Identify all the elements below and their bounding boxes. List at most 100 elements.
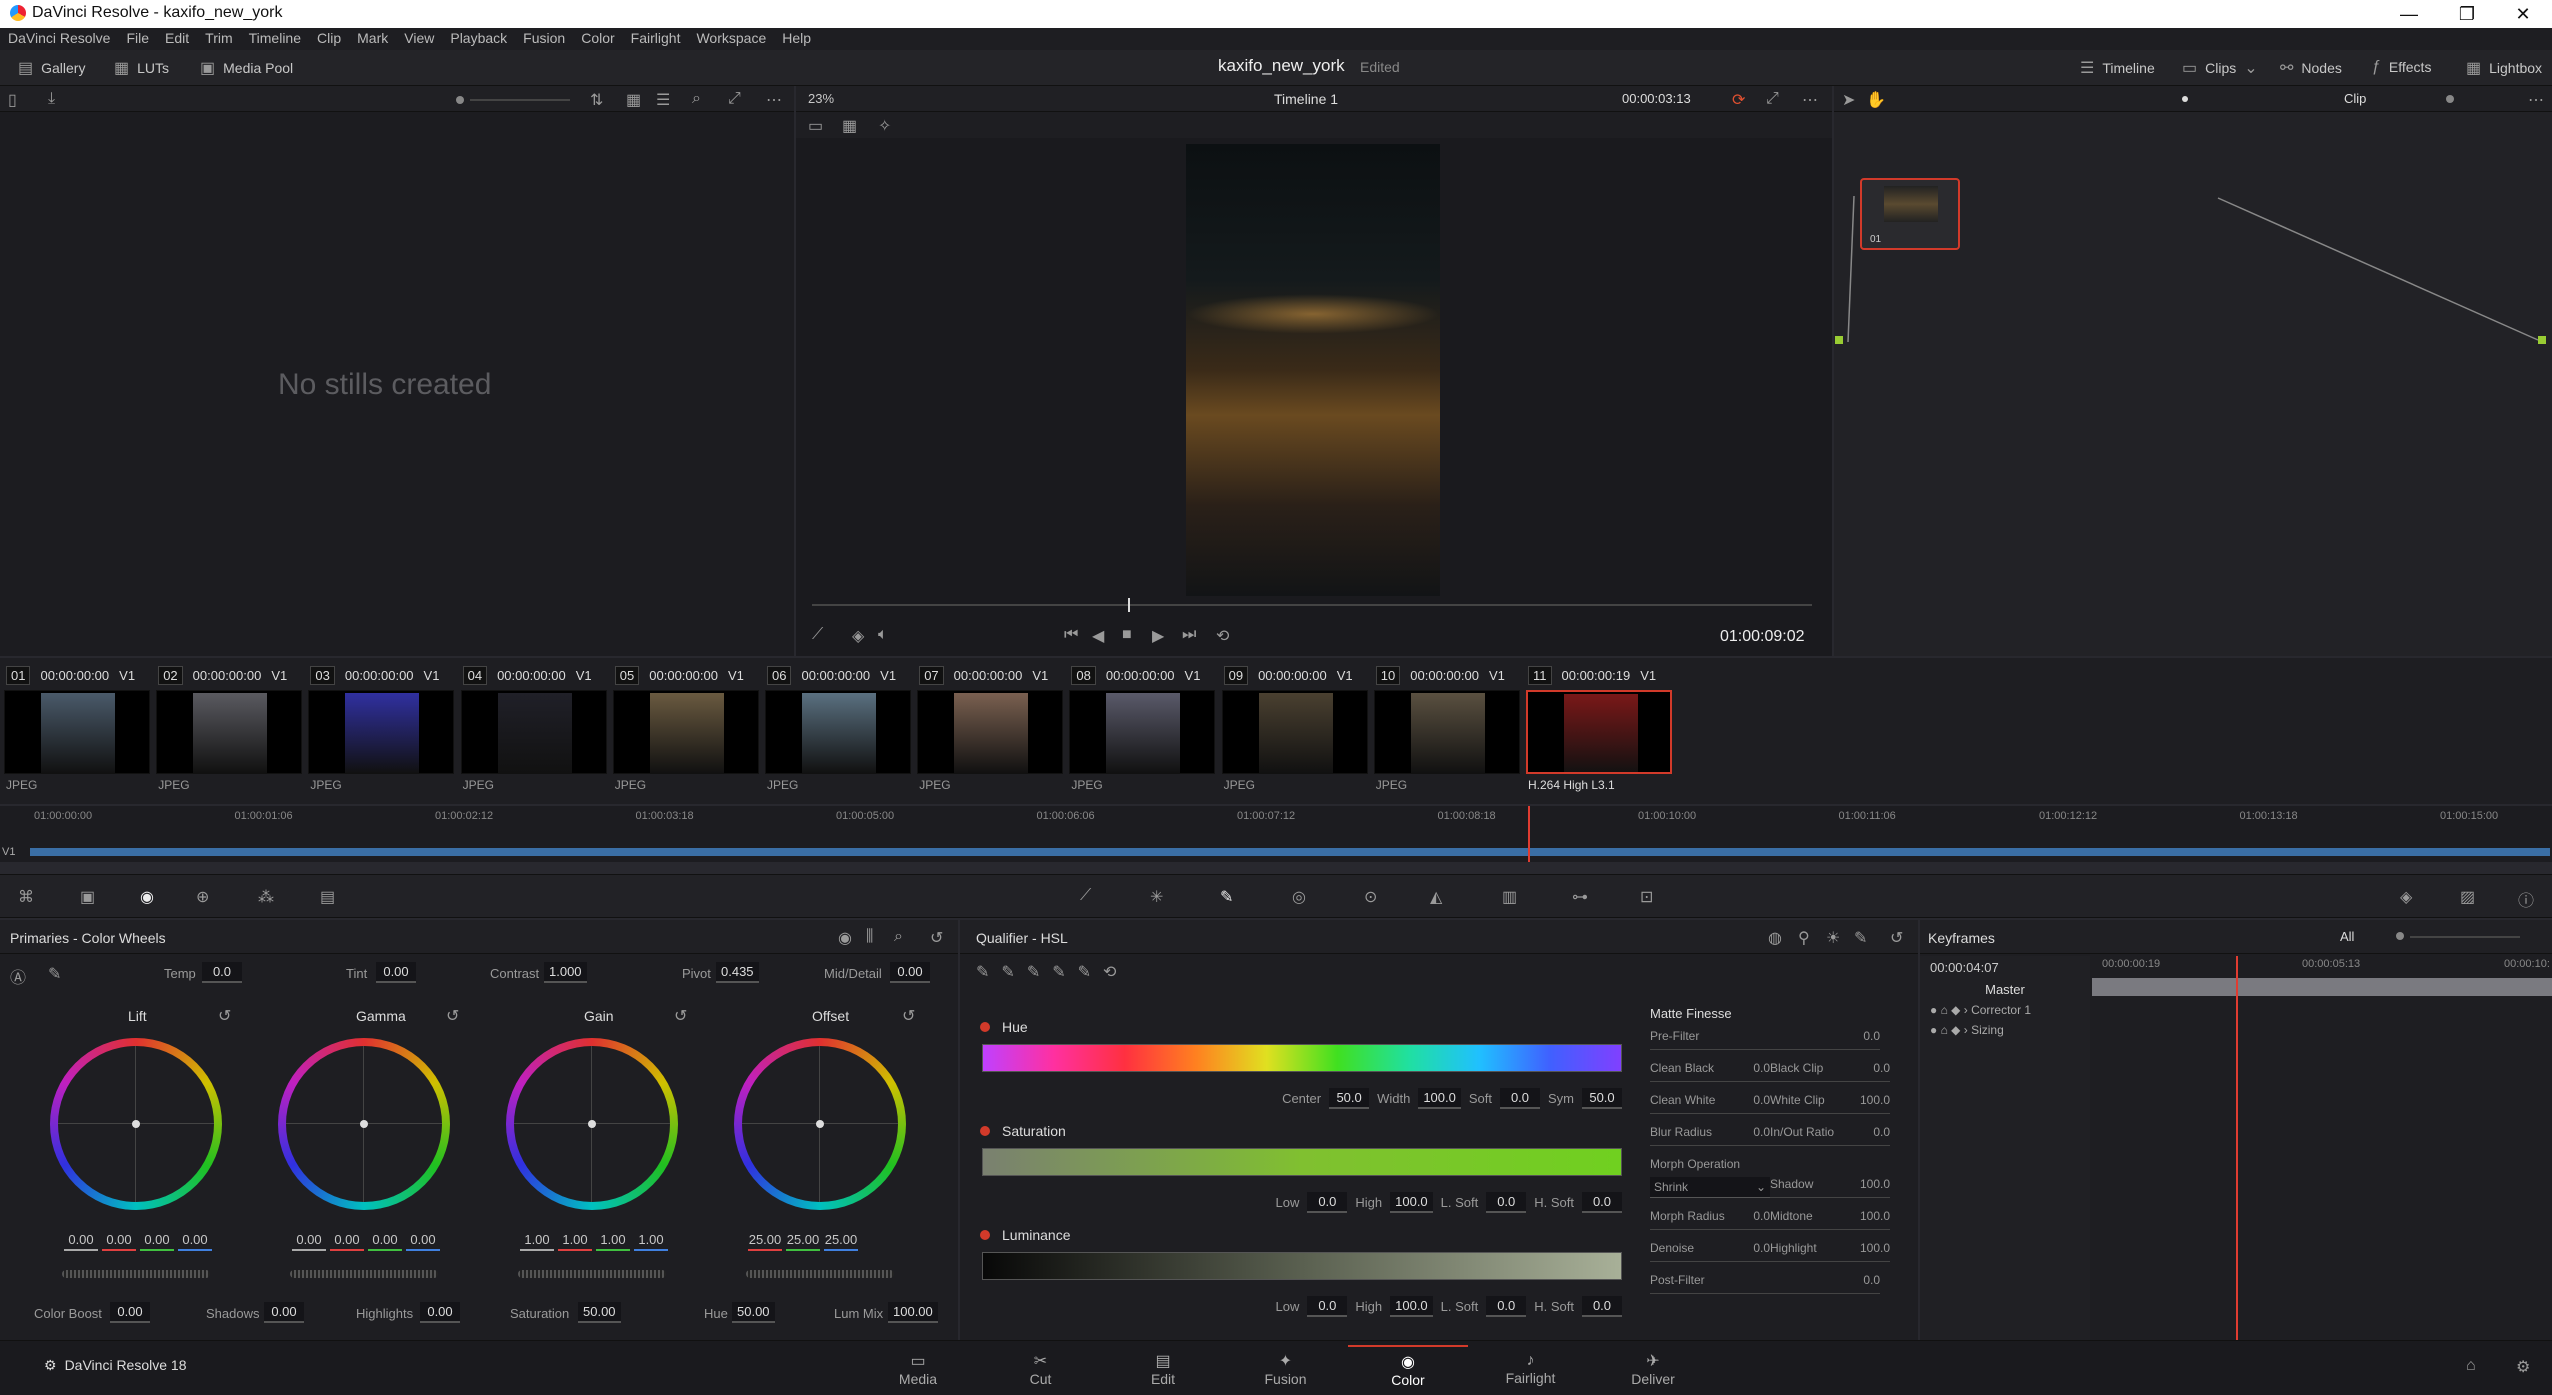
- sync-icon[interactable]: ⟳: [1732, 90, 1745, 110]
- wheel-puck[interactable]: [360, 1120, 368, 1128]
- lum-hsoft-field[interactable]: 0.0: [1582, 1296, 1622, 1317]
- wheel-value-field[interactable]: 0.00: [406, 1232, 440, 1251]
- effects-toggle[interactable]: ƒ Effects: [2372, 58, 2431, 76]
- menu-item[interactable]: Fairlight: [623, 28, 689, 50]
- node-01[interactable]: 01: [1860, 178, 1960, 250]
- wheel-value-field[interactable]: 0.00: [368, 1232, 402, 1251]
- menu-item[interactable]: View: [396, 28, 442, 50]
- menu-item[interactable]: Workspace: [688, 28, 774, 50]
- morphradius-control[interactable]: Morph Radius 0.0: [1650, 1209, 1770, 1230]
- menu-item[interactable]: DaVinci Resolve: [0, 28, 118, 50]
- cleanblack-control[interactable]: Clean Black 0.0: [1650, 1061, 1770, 1082]
- invert-icon[interactable]: ⟲: [1103, 962, 1116, 982]
- settings-icon[interactable]: ⚙: [2516, 1357, 2530, 1377]
- wheel-value-field[interactable]: 1.00: [558, 1232, 592, 1251]
- wheel-puck[interactable]: [132, 1120, 140, 1128]
- color-wheel[interactable]: [734, 1038, 906, 1210]
- saturation-bar[interactable]: [982, 1148, 1622, 1176]
- menu-item[interactable]: Clip: [309, 28, 349, 50]
- master-wheel[interactable]: [518, 1270, 666, 1278]
- wheel-value-field[interactable]: 0.00: [292, 1232, 326, 1251]
- download-icon[interactable]: ⤓: [48, 90, 55, 108]
- sat-low-field[interactable]: 0.0: [1307, 1192, 1348, 1213]
- go-to-end-icon[interactable]: ⏭: [1182, 626, 1196, 644]
- clip-thumbnail[interactable]: [1526, 690, 1672, 774]
- wheel-puck[interactable]: [588, 1120, 596, 1128]
- highlight-icon[interactable]: ◈: [852, 626, 864, 646]
- luminance-enable-dot[interactable]: [980, 1230, 990, 1240]
- highlights-field[interactable]: 0.00: [420, 1302, 460, 1323]
- log-mode-icon[interactable]: ⌕: [894, 928, 903, 946]
- home-icon[interactable]: ⌂: [2466, 1357, 2476, 1375]
- qualifier-icon[interactable]: ✎: [1220, 887, 1233, 907]
- magic-wand-icon[interactable]: ✧: [878, 116, 891, 136]
- wheel-value-field[interactable]: 0.00: [64, 1232, 98, 1251]
- more-options-icon[interactable]: ⋯: [766, 90, 782, 110]
- saturation-enable-dot[interactable]: [980, 1126, 990, 1136]
- master-wheel[interactable]: [290, 1270, 438, 1278]
- scopes-icon[interactable]: ▨: [2460, 887, 2475, 907]
- viewer-mode-icon[interactable]: ▭: [808, 116, 823, 136]
- wheel-value-field[interactable]: 0.00: [102, 1232, 136, 1251]
- sat-high-field[interactable]: 100.0: [1390, 1192, 1433, 1213]
- cleanwhite-control[interactable]: Clean White 0.0: [1650, 1093, 1770, 1114]
- wheel-reset-icon[interactable]: ↺: [902, 1006, 915, 1026]
- whiteclip-control[interactable]: White Clip 100.0: [1770, 1093, 1890, 1114]
- wheel-value-field[interactable]: 1.00: [520, 1232, 554, 1251]
- color-match-icon[interactable]: ▣: [80, 887, 95, 907]
- fullscreen-icon[interactable]: ⤢: [1766, 90, 1779, 108]
- search-icon[interactable]: ⌕: [692, 90, 701, 108]
- sat-hsoft-field[interactable]: 0.0: [1582, 1192, 1622, 1213]
- wheel-value-field[interactable]: 1.00: [634, 1232, 668, 1251]
- middetail-field[interactable]: 0.00: [890, 962, 930, 983]
- bars-mode-icon[interactable]: ⫼: [866, 928, 873, 946]
- prefilter-control[interactable]: Pre-Filter 0.0: [1650, 1029, 1880, 1050]
- primaries-icon[interactable]: ◉: [140, 887, 154, 907]
- info-icon[interactable]: ⓘ: [2518, 887, 2534, 911]
- hue-sym-field[interactable]: 50.0: [1582, 1088, 1622, 1109]
- gallery-button[interactable]: ▤ Gallery: [18, 58, 85, 78]
- clip-thumbnail[interactable]: [1373, 690, 1520, 774]
- hue-soft-field[interactable]: 0.0: [1500, 1088, 1540, 1109]
- media-pool-button[interactable]: ▣ Media Pool: [200, 58, 293, 78]
- lum-high-field[interactable]: 100.0: [1390, 1296, 1433, 1317]
- feather-plus-icon[interactable]: ✎: [1078, 962, 1091, 982]
- menu-item[interactable]: Trim: [197, 28, 240, 50]
- sizing-icon[interactable]: ⊡: [1640, 887, 1653, 907]
- timeline-toggle[interactable]: ☰ Timeline: [2080, 58, 2155, 78]
- color-warper-icon[interactable]: ✳: [1150, 887, 1163, 907]
- wheel-value-field[interactable]: 0.00: [140, 1232, 174, 1251]
- wheel-reset-icon[interactable]: ↺: [446, 1006, 459, 1026]
- clips-toggle[interactable]: ▭ Clips ⌄: [2182, 58, 2258, 78]
- hdr-icon[interactable]: ⊕: [196, 887, 209, 907]
- hue-enable-dot[interactable]: [980, 1022, 990, 1032]
- volume-icon[interactable]: 🔈︎: [878, 626, 888, 644]
- picker-icon[interactable]: ✎: [48, 964, 61, 984]
- hue-field[interactable]: 50.00: [732, 1302, 775, 1323]
- wheel-puck[interactable]: [816, 1120, 824, 1128]
- blurradius-control[interactable]: Blur Radius 0.0: [1650, 1125, 1770, 1146]
- grid-view-icon[interactable]: ▦: [626, 90, 641, 110]
- thumb-size-slider[interactable]: [456, 96, 464, 104]
- hue-width-field[interactable]: 100.0: [1418, 1088, 1461, 1109]
- contrast-field[interactable]: 1.000: [544, 962, 587, 983]
- source-input-dot[interactable]: [1835, 336, 1843, 344]
- blackclip-control[interactable]: Black Clip 0.0: [1770, 1061, 1890, 1082]
- scrubber-handle[interactable]: [1128, 598, 1130, 612]
- keyframes-playhead[interactable]: [2236, 956, 2238, 1340]
- blur-icon[interactable]: ▥: [1502, 887, 1517, 907]
- clip-thumbnail[interactable]: [156, 690, 303, 774]
- wheel-value-field[interactable]: 1.00: [596, 1232, 630, 1251]
- shadow-control[interactable]: Shadow 100.0: [1770, 1177, 1890, 1198]
- lum-low-field[interactable]: 0.0: [1307, 1296, 1348, 1317]
- keyframes-toggle-icon[interactable]: ◈: [2400, 887, 2412, 907]
- close-button[interactable]: ✕: [2494, 0, 2552, 28]
- menu-item[interactable]: Edit: [157, 28, 197, 50]
- go-to-start-icon[interactable]: ⏮: [1064, 626, 1078, 644]
- page-tab-fairlight[interactable]: ♪ Fairlight: [1471, 1345, 1591, 1393]
- key-icon[interactable]: ⊶: [1572, 887, 1588, 907]
- page-tab-color[interactable]: ◉ Color: [1348, 1345, 1468, 1393]
- more-options-icon[interactable]: ⋯: [1802, 90, 1818, 110]
- clip-thumbnail[interactable]: [612, 690, 759, 774]
- picker-plus-icon[interactable]: ✎: [1027, 962, 1040, 982]
